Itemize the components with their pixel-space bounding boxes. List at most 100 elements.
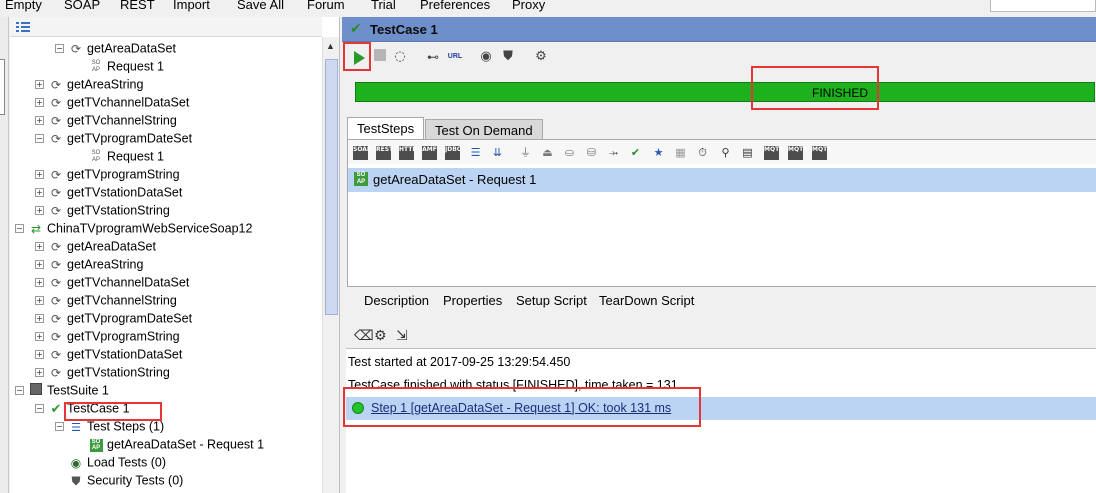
tab-setup-script[interactable]: Setup Script bbox=[516, 293, 587, 308]
add-mqtt-publish-icon[interactable]: MQTT bbox=[764, 146, 783, 160]
scroll-up-icon[interactable]: ▲ bbox=[326, 41, 335, 51]
add-assertion-step-icon[interactable]: ✔ bbox=[628, 146, 643, 160]
add-comment-step-icon[interactable]: ▤ bbox=[740, 146, 755, 160]
expand-icon[interactable]: + bbox=[35, 242, 44, 252]
tree-scrollbar[interactable]: ▲ bbox=[322, 37, 339, 493]
soap-step-icon: SO AP bbox=[88, 437, 104, 453]
tab-properties[interactable]: Properties bbox=[443, 293, 502, 308]
menu-import[interactable]: Import bbox=[173, 0, 210, 12]
tree-node[interactable]: + ⟳ getTVstationDataSet bbox=[35, 183, 182, 201]
search-input[interactable] bbox=[990, 0, 1096, 12]
expand-icon[interactable]: + bbox=[35, 350, 44, 360]
add-timer-step-icon[interactable]: ⏱ bbox=[695, 146, 710, 160]
tree-node[interactable]: SO AP getAreaDataSet - Request 1 bbox=[88, 435, 264, 453]
tab-description[interactable]: Description bbox=[364, 293, 429, 308]
teststep-row[interactable]: SO AP getAreaDataSet - Request 1 bbox=[348, 168, 1096, 192]
tab-test-on-demand[interactable]: Test On Demand bbox=[425, 119, 543, 139]
testcase-pass-icon: ✔ bbox=[50, 401, 62, 417]
collapse-icon[interactable]: − bbox=[55, 44, 64, 54]
menu-rest[interactable]: REST bbox=[120, 0, 155, 12]
tree-node[interactable]: + ⟳ getTVchannelString bbox=[35, 291, 177, 309]
add-mqtt-drop-icon[interactable]: MQTT bbox=[812, 146, 831, 160]
expand-icon[interactable]: + bbox=[35, 314, 44, 324]
expand-icon[interactable]: + bbox=[35, 116, 44, 126]
tree-node[interactable]: + ⟳ getTVstationDataSet bbox=[35, 345, 182, 363]
add-script-step-icon[interactable]: ⛁ bbox=[584, 146, 599, 160]
add-jdbc-step-icon[interactable]: JDBC bbox=[445, 146, 461, 160]
loop-icon[interactable]: ◌ bbox=[391, 49, 409, 65]
tree-node[interactable]: − ⟳ getTVprogramDateSet bbox=[35, 129, 192, 147]
expand-icon[interactable]: + bbox=[35, 98, 44, 108]
expand-icon[interactable]: + bbox=[35, 170, 44, 180]
add-transfer-step-icon[interactable]: ⇊ bbox=[490, 146, 505, 160]
expand-icon[interactable]: + bbox=[35, 368, 44, 378]
menu-soap[interactable]: SOAP bbox=[64, 0, 100, 12]
add-goto-step-icon[interactable]: ⏏ bbox=[540, 146, 555, 160]
add-runcase-step-icon[interactable]: ⤞ bbox=[606, 146, 621, 160]
tree-node[interactable]: + ⟳ getTVprogramDateSet bbox=[35, 309, 192, 327]
tree-node[interactable]: + ⟳ getTVchannelDataSet bbox=[35, 273, 189, 291]
tree-node[interactable]: + ⟳ getTVstationString bbox=[35, 363, 170, 381]
tree-node[interactable]: + ⟳ getTVprogramString bbox=[35, 327, 180, 345]
expand-icon[interactable]: + bbox=[35, 80, 44, 90]
loadtest-gauge-icon[interactable]: ◉ bbox=[477, 49, 495, 65]
tree-node[interactable]: + ⟳ getAreaString bbox=[35, 75, 143, 93]
list-view-icon[interactable] bbox=[16, 21, 30, 33]
menu-preferences[interactable]: Preferences bbox=[420, 0, 490, 12]
eraser-icon[interactable]: ⌫ bbox=[354, 328, 374, 344]
add-grid-step-icon[interactable]: ▦ bbox=[673, 146, 688, 160]
expand-icon[interactable]: + bbox=[35, 296, 44, 306]
tree-node[interactable]: SO AP Request 1 bbox=[88, 147, 164, 165]
tree-node[interactable]: + ⟳ getAreaString bbox=[35, 255, 143, 273]
collapse-icon[interactable]: − bbox=[35, 404, 44, 414]
tree-node[interactable]: − ⇄ ChinaTVprogramWebServiceSoap12 bbox=[15, 219, 252, 237]
tree-node[interactable]: + ⟳ getTVchannelString bbox=[35, 111, 177, 129]
add-mqtt-receive-icon[interactable]: MQTT bbox=[788, 146, 807, 160]
tree-node[interactable]: ⛊ Security Tests (0) bbox=[68, 471, 183, 489]
menu-forum[interactable]: Forum bbox=[307, 0, 345, 12]
credentials-key-icon[interactable]: ⊷ bbox=[424, 49, 442, 65]
add-soap-step-icon[interactable]: SOAP bbox=[353, 146, 371, 160]
tree-node[interactable]: + ⟳ getTVchannelDataSet bbox=[35, 93, 189, 111]
expand-icon[interactable]: + bbox=[35, 260, 44, 270]
tree-node[interactable]: − ⟳ getAreaDataSet bbox=[55, 39, 176, 57]
expand-icon[interactable]: + bbox=[35, 332, 44, 342]
menu-proxy[interactable]: Proxy bbox=[512, 0, 545, 12]
menu-save-all[interactable]: Save All bbox=[237, 0, 284, 12]
tree-node[interactable]: ◉ Load Tests (0) bbox=[68, 453, 166, 471]
add-mock-step-icon[interactable]: ⛀ bbox=[562, 146, 577, 160]
expand-icon[interactable]: + bbox=[35, 278, 44, 288]
collapse-icon[interactable]: − bbox=[15, 386, 24, 396]
menu-trial[interactable]: Trial bbox=[371, 0, 396, 12]
scroll-thumb[interactable] bbox=[325, 59, 338, 315]
options-gear-icon[interactable]: ⚙ bbox=[532, 49, 550, 65]
tree-node[interactable]: + ⟳ getTVstationString bbox=[35, 201, 170, 219]
add-location-step-icon[interactable]: ⚲ bbox=[718, 146, 733, 160]
expand-icon[interactable]: + bbox=[35, 206, 44, 216]
add-star-step-icon[interactable]: ★ bbox=[651, 146, 666, 160]
security-shield-icon[interactable]: ⛊ bbox=[499, 49, 517, 65]
add-properties-step-icon[interactable]: ☰ bbox=[468, 146, 483, 160]
tab-teardown-script[interactable]: TearDown Script bbox=[599, 293, 694, 308]
collapse-icon[interactable]: − bbox=[55, 422, 64, 432]
gear-icon[interactable]: ⚙ bbox=[374, 328, 387, 344]
collapse-icon[interactable]: − bbox=[15, 224, 24, 234]
menu-empty[interactable]: Empty bbox=[5, 0, 42, 12]
expand-icon[interactable]: + bbox=[35, 188, 44, 198]
stop-icon[interactable] bbox=[371, 49, 389, 65]
tree-node[interactable]: − TestSuite 1 bbox=[15, 381, 109, 399]
collapsed-panel-tab[interactable] bbox=[0, 59, 5, 115]
tree-node[interactable]: + ⟳ getTVprogramString bbox=[35, 165, 180, 183]
add-http-step-icon[interactable]: HTTP bbox=[399, 146, 417, 160]
add-delay-step-icon[interactable]: ⏚ bbox=[518, 146, 533, 160]
operation-icon: ⟳ bbox=[50, 113, 62, 128]
tree-node-label: getTVprogramString bbox=[67, 167, 180, 182]
tree-node[interactable]: SO AP Request 1 bbox=[88, 57, 164, 75]
url-icon[interactable]: URL bbox=[446, 49, 464, 65]
add-amf-step-icon[interactable]: AMF bbox=[422, 146, 437, 160]
tab-teststeps[interactable]: TestSteps bbox=[347, 117, 425, 139]
tree-node[interactable]: + ⟳ getAreaDataSet bbox=[35, 237, 156, 255]
collapse-icon[interactable]: − bbox=[35, 134, 44, 144]
export-icon[interactable]: ⇲ bbox=[396, 328, 408, 344]
add-rest-step-icon[interactable]: REST bbox=[376, 146, 393, 160]
